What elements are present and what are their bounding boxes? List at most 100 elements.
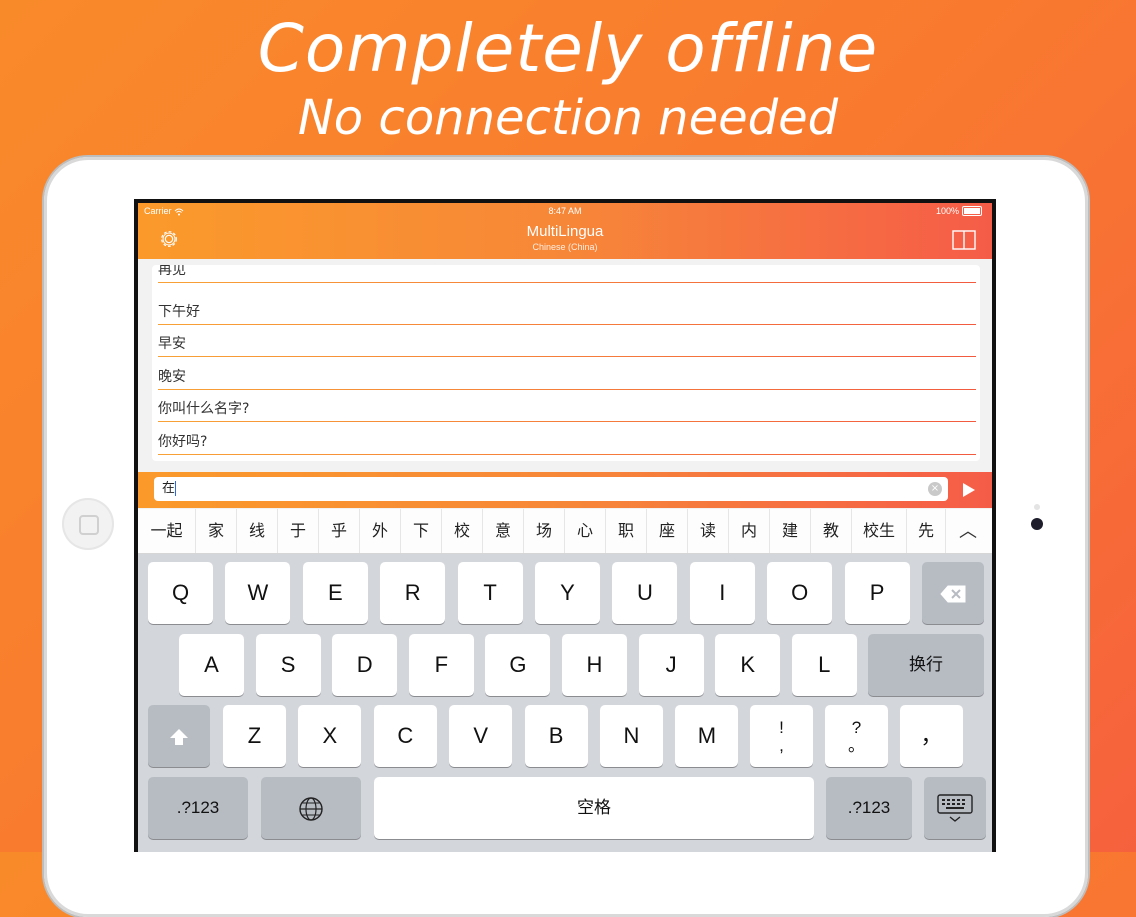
backspace-key[interactable] xyxy=(922,562,984,624)
key-s-label: S xyxy=(280,652,296,677)
candidate-0[interactable]: 一起 xyxy=(138,509,196,553)
candidate-17[interactable]: 校生 xyxy=(852,509,907,553)
key-c-label: C xyxy=(397,723,414,748)
key-t[interactable]: T xyxy=(457,562,523,624)
numbers-key-left[interactable]: .?123 xyxy=(148,777,248,839)
key-x[interactable]: X xyxy=(298,705,362,767)
battery-icon xyxy=(962,206,982,216)
candidate-11[interactable]: 职 xyxy=(606,509,647,553)
key-p[interactable]: P xyxy=(844,562,910,624)
key-question-period-label: ? 。 xyxy=(848,717,865,755)
key-d[interactable]: D xyxy=(332,634,398,696)
key-d-label: D xyxy=(356,652,373,677)
globe-icon xyxy=(299,797,323,821)
key-question-period[interactable]: ? 。 xyxy=(825,705,888,767)
key-s[interactable]: S xyxy=(255,634,321,696)
keyboard: Q W E R T Y U I O P A S D F G H J K L 换行 Z X C V B N M ! , ? 。 ， .?123… xyxy=(138,554,992,852)
key-e[interactable]: E xyxy=(302,562,368,624)
play-icon[interactable] xyxy=(958,480,978,500)
key-z[interactable]: Z xyxy=(223,705,286,767)
key-q-label: Q xyxy=(171,580,190,605)
list-item[interactable]: 你好吗? xyxy=(158,423,976,455)
key-chinese-comma-label: ， xyxy=(920,724,943,749)
key-j-label: J xyxy=(665,652,677,677)
candidate-8[interactable]: 意 xyxy=(483,509,524,553)
key-u-label: U xyxy=(636,580,653,605)
candidate-3[interactable]: 于 xyxy=(278,509,319,553)
phrase-input[interactable]: 在 × xyxy=(154,477,948,501)
key-v[interactable]: V xyxy=(449,705,513,767)
key-x-label: X xyxy=(322,723,338,748)
candidate-6[interactable]: 下 xyxy=(401,509,442,553)
key-a[interactable]: A xyxy=(179,634,244,696)
return-key[interactable]: 换行 xyxy=(868,634,984,696)
key-g[interactable]: G xyxy=(485,634,551,696)
key-f[interactable]: F xyxy=(408,634,474,696)
key-u[interactable]: U xyxy=(612,562,678,624)
space-key-label: 空格 xyxy=(577,798,611,818)
list-item[interactable]: 下午好 xyxy=(158,293,976,325)
book-icon[interactable] xyxy=(952,230,976,250)
globe-key[interactable] xyxy=(261,777,361,839)
shift-key[interactable] xyxy=(148,705,210,767)
keyboard-dismiss-key[interactable] xyxy=(924,777,986,839)
key-c[interactable]: C xyxy=(373,705,437,767)
language-subtitle: Chinese (China) xyxy=(532,242,598,252)
numbers-key-right[interactable]: .?123 xyxy=(826,777,912,839)
candidate-1[interactable]: 家 xyxy=(196,509,237,553)
candidate-4[interactable]: 乎 xyxy=(319,509,360,553)
key-k[interactable]: K xyxy=(715,634,781,696)
sensor-dot xyxy=(1034,504,1040,510)
key-h[interactable]: H xyxy=(562,634,627,696)
list-item[interactable]: 再见 xyxy=(158,265,976,283)
list-item[interactable]: 你叫什么名字? xyxy=(158,390,976,422)
key-f-label: F xyxy=(434,652,449,677)
list-item[interactable]: 早安 xyxy=(158,325,976,357)
key-w[interactable]: W xyxy=(225,562,291,624)
candidate-5[interactable]: 外 xyxy=(360,509,401,553)
space-key[interactable]: 空格 xyxy=(374,777,814,839)
candidate-10[interactable]: 心 xyxy=(565,509,606,553)
candidate-13[interactable]: 读 xyxy=(688,509,729,553)
key-p-label: P xyxy=(869,580,885,605)
candidate-bar: 一起家线于乎外下校意场心职座读内建教校生先 ︿ xyxy=(138,509,992,554)
key-i-label: I xyxy=(719,580,726,605)
key-e-label: E xyxy=(327,580,343,605)
key-g-label: G xyxy=(509,652,527,677)
key-q[interactable]: Q xyxy=(148,562,213,624)
candidate-14[interactable]: 内 xyxy=(729,509,770,553)
candidate-2[interactable]: 线 xyxy=(237,509,278,553)
candidate-15[interactable]: 建 xyxy=(770,509,811,553)
key-w-label: W xyxy=(247,580,269,605)
candidate-18[interactable]: 先 xyxy=(907,509,946,553)
key-l-label: L xyxy=(818,652,831,677)
key-r[interactable]: R xyxy=(380,562,446,624)
key-t-label: T xyxy=(483,580,497,605)
key-exclamation-comma-label: ! , xyxy=(779,717,784,755)
key-o[interactable]: O xyxy=(767,562,833,624)
candidate-9[interactable]: 场 xyxy=(524,509,565,553)
list-item[interactable]: 晚安 xyxy=(158,358,976,390)
candidate-7[interactable]: 校 xyxy=(442,509,483,553)
chevron-up-icon[interactable]: ︿ xyxy=(944,509,992,553)
backspace-icon xyxy=(940,585,966,603)
key-exclamation-comma[interactable]: ! , xyxy=(750,705,813,767)
status-time: 8:47 AM xyxy=(548,206,582,216)
key-j[interactable]: J xyxy=(638,634,704,696)
key-chinese-comma[interactable]: ， xyxy=(900,705,963,767)
key-h-label: H xyxy=(586,652,603,677)
input-bar: 在 × xyxy=(138,472,992,508)
key-n[interactable]: N xyxy=(600,705,663,767)
clear-icon[interactable]: × xyxy=(928,482,942,496)
key-l[interactable]: L xyxy=(791,634,857,696)
key-y[interactable]: Y xyxy=(535,562,600,624)
nav-bar: Carrier 8:47 AM 100% MultiLingua Chinese… xyxy=(138,203,992,259)
key-i[interactable]: I xyxy=(689,562,755,624)
battery-percent: 100% xyxy=(935,206,959,216)
home-button[interactable] xyxy=(62,498,114,550)
key-v-label: V xyxy=(473,723,489,748)
candidate-16[interactable]: 教 xyxy=(811,509,852,553)
key-m[interactable]: M xyxy=(675,705,739,767)
key-b[interactable]: B xyxy=(524,705,588,767)
candidate-12[interactable]: 座 xyxy=(647,509,688,553)
